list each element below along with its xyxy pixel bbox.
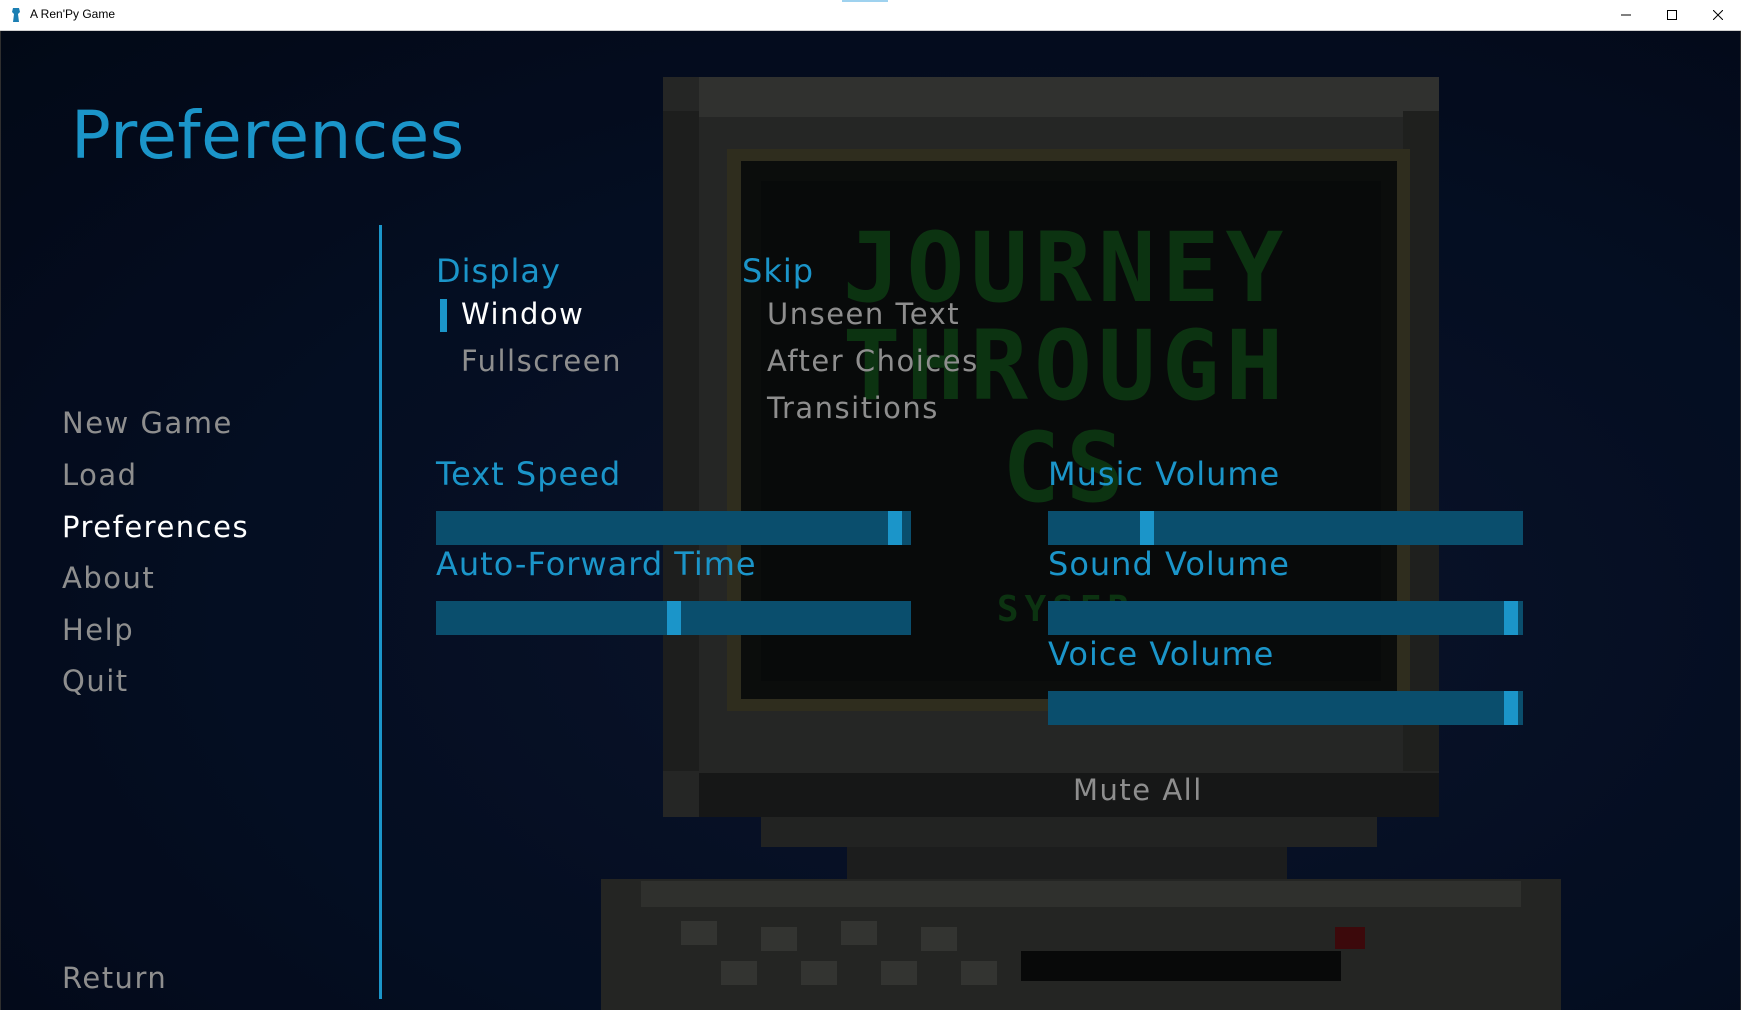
selected-indicator <box>440 299 447 332</box>
nav-load[interactable]: Load <box>62 458 138 492</box>
sound-volume-label: Sound Volume <box>1048 545 1290 583</box>
text-speed-slider[interactable] <box>436 511 911 545</box>
skip-unseen-text-option[interactable]: Unseen Text <box>767 297 960 331</box>
skip-transitions-option[interactable]: Transitions <box>767 391 939 425</box>
music-volume-label: Music Volume <box>1048 455 1281 493</box>
nav-help[interactable]: Help <box>62 613 134 647</box>
auto-forward-thumb[interactable] <box>667 601 681 635</box>
menu-divider <box>379 225 382 999</box>
window-titlebar: A Ren'Py Game <box>0 0 1741 31</box>
maximize-button[interactable] <box>1649 0 1695 30</box>
text-speed-thumb[interactable] <box>888 511 902 545</box>
close-button[interactable] <box>1695 0 1741 30</box>
nav-quit[interactable]: Quit <box>62 664 129 698</box>
nav-about[interactable]: About <box>62 561 155 595</box>
voice-volume-slider[interactable] <box>1048 691 1523 725</box>
nav-preferences[interactable]: Preferences <box>62 510 249 544</box>
game-screen: JOURNEY THROUGH CS SYSER Preferences New… <box>1 31 1740 1010</box>
voice-volume-thumb[interactable] <box>1504 691 1518 725</box>
auto-forward-slider[interactable] <box>436 601 911 635</box>
music-volume-slider[interactable] <box>1048 511 1523 545</box>
nav-return[interactable]: Return <box>62 961 167 995</box>
mute-all-button[interactable]: Mute All <box>1073 773 1203 807</box>
titlebar-accent <box>842 0 888 2</box>
display-label: Display <box>436 252 561 290</box>
sound-volume-slider[interactable] <box>1048 601 1523 635</box>
renpy-app-icon <box>12 8 20 22</box>
page-title: Preferences <box>71 97 465 174</box>
nav-new-game[interactable]: New Game <box>62 406 233 440</box>
skip-label: Skip <box>742 252 815 290</box>
auto-forward-label: Auto-Forward Time <box>436 545 757 583</box>
voice-volume-label: Voice Volume <box>1048 635 1275 673</box>
minimize-button[interactable] <box>1603 0 1649 30</box>
close-icon <box>1713 10 1723 20</box>
music-volume-thumb[interactable] <box>1140 511 1154 545</box>
sound-volume-thumb[interactable] <box>1504 601 1518 635</box>
display-window-option[interactable]: Window <box>461 297 584 331</box>
text-speed-label: Text Speed <box>436 455 622 493</box>
skip-after-choices-option[interactable]: After Choices <box>767 344 979 378</box>
minimize-icon <box>1621 14 1631 16</box>
maximize-icon <box>1667 10 1677 20</box>
window-title: A Ren'Py Game <box>30 7 115 21</box>
display-fullscreen-option[interactable]: Fullscreen <box>461 344 622 378</box>
